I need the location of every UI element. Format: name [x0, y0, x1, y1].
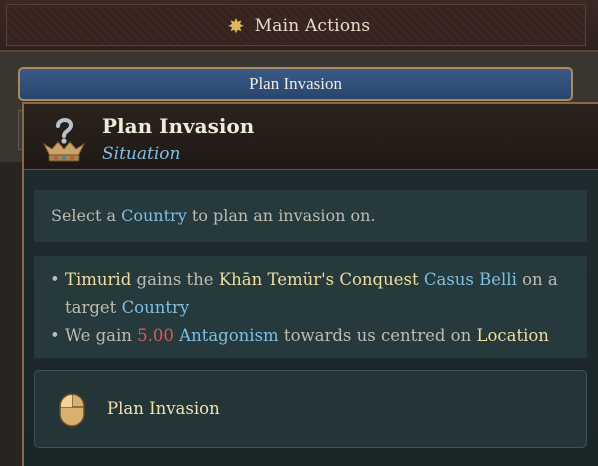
tooltip-body: Select a Country to plan an invasion on.… [24, 170, 598, 466]
header-title: ✸ Main Actions [0, 14, 598, 38]
select-country-instruction: Select a Country to plan an invasion on. [34, 190, 587, 242]
effect-text: towards us centred on [278, 326, 477, 345]
casus-belli-link: Casus Belli [423, 270, 517, 289]
effect-casus-belli: • Timurid gains the Khān Temür's Conques… [50, 266, 579, 294]
effect-text: We gain [59, 326, 138, 345]
select-suffix: to plan an invasion on. [186, 206, 376, 225]
tooltip-title: Plan Invasion [102, 114, 255, 138]
bullet: • [50, 326, 60, 345]
mouse-left-click-icon [59, 393, 85, 427]
effect-antagonism: • We gain 5.00 Antagonism towards us cen… [50, 322, 579, 350]
country-link: Country [121, 298, 190, 317]
action-label: Plan Invasion [107, 399, 220, 418]
country-link: Country [121, 206, 187, 225]
antagonism-amount: 5.00 [137, 326, 174, 345]
bullet: • [50, 270, 60, 289]
location-link: Location [476, 326, 549, 345]
actor-country: Timurid [64, 270, 132, 289]
antagonism-link: Antagonism [179, 326, 279, 345]
effect-casus-belli-cont: target Country [50, 294, 579, 322]
compass-star-icon: ✸ [227, 14, 245, 38]
effect-text: gains the [131, 270, 219, 289]
effect-text: on a [516, 270, 558, 289]
tooltip-subtitle: Situation [102, 144, 181, 164]
effects-list: • Timurid gains the Khān Temür's Conques… [34, 256, 587, 358]
select-prefix: Select a [51, 206, 122, 225]
main-actions-header: ✸ Main Actions [0, 0, 598, 52]
plan-invasion-action-hint[interactable]: Plan Invasion [34, 370, 587, 448]
tooltip-header: Plan Invasion Situation [24, 104, 598, 170]
crown-question-icon [38, 112, 90, 164]
plan-invasion-tooltip: Plan Invasion Situation Select a Country… [22, 102, 598, 466]
header-title-text: Main Actions [254, 16, 371, 36]
cb-name: Khān Temür's Conquest [218, 270, 419, 289]
effect-text: target [65, 298, 122, 317]
plan-invasion-button[interactable]: Plan Invasion [18, 67, 573, 101]
